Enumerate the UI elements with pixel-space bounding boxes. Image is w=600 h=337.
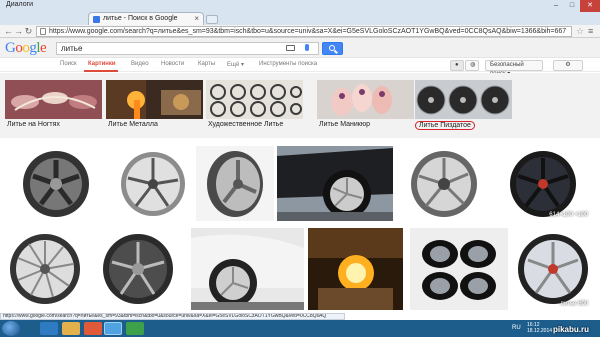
start-button[interactable] (2, 321, 20, 336)
search-button[interactable] (322, 42, 343, 55)
keyboard-icon[interactable] (286, 45, 295, 51)
tab-close-icon[interactable]: × (194, 14, 199, 23)
google-favicon-icon (93, 16, 100, 23)
tab-more[interactable]: Ещё ▾ (227, 61, 244, 68)
image-result[interactable] (91, 228, 186, 310)
image-result[interactable]: литье 600 (514, 228, 592, 310)
image-result[interactable] (410, 228, 508, 310)
tab-video[interactable]: Видео (131, 61, 149, 67)
tab-news[interactable]: Новости (161, 61, 184, 67)
close-window-button[interactable]: ✕ (580, 0, 600, 12)
browser-tab[interactable]: литье - Поиск в Google × (88, 12, 204, 25)
address-bar[interactable]: https://www.google.com/search?q=литье&es… (36, 26, 572, 37)
image-result[interactable] (191, 228, 304, 310)
logo-letter: G (5, 40, 16, 56)
image-size-overlay: 614×100 ×100 (549, 212, 588, 218)
related-label: Литье Маникюр (319, 121, 370, 128)
related-item[interactable]: Литье Металла (106, 80, 203, 132)
folder-icon[interactable] (62, 322, 80, 335)
media-player-icon[interactable] (84, 322, 102, 335)
tab-search[interactable]: Поиск (60, 61, 77, 67)
ie-icon[interactable] (40, 322, 58, 335)
image-result[interactable] (116, 146, 190, 221)
image-result[interactable] (5, 146, 108, 221)
nails-thumb (5, 80, 102, 119)
ornament-thumb (206, 80, 303, 119)
logo-letter: e (40, 40, 47, 56)
clock[interactable]: 16:12 18.12.2014 (527, 322, 552, 334)
address-url: https://www.google.com/search?q=литье&es… (49, 28, 567, 35)
related-item[interactable]: Литье Маникюр (317, 80, 414, 132)
tab-title: литье - Поиск в Google (103, 15, 178, 22)
gear-icon[interactable]: ⚙ (553, 60, 583, 71)
watermark: pikabu.ru (553, 325, 590, 334)
related-label: Художественное Литье (208, 121, 284, 128)
related-label: Литье Металла (108, 121, 158, 128)
image-result[interactable] (398, 146, 491, 221)
image-result[interactable] (277, 146, 393, 221)
related-label: Литье Пиздатое (415, 121, 475, 130)
window-app-label: Диалоги (6, 1, 34, 8)
browser-menu-icon[interactable]: ≡ (588, 26, 593, 36)
tab-images[interactable]: Картинки (88, 61, 116, 67)
active-tab-underline (84, 70, 118, 72)
metal-pour-thumb (106, 80, 203, 119)
related-item[interactable]: Литье на Ногтях (5, 80, 102, 132)
bookmark-star-icon[interactable]: ☆ (576, 26, 584, 37)
chrome-icon[interactable] (104, 322, 122, 335)
personal-results-icon[interactable]: ● (450, 60, 464, 71)
image-result[interactable] (5, 228, 85, 310)
clock-date: 18.12.2014 (527, 328, 553, 334)
tab-maps[interactable]: Карты (198, 61, 215, 67)
image-result[interactable] (308, 228, 403, 310)
related-item[interactable]: Художественное Литье (206, 80, 303, 132)
safe-search-dropdown[interactable]: Безопасный поиск ▾ (485, 60, 543, 77)
search-query: литье (61, 44, 83, 53)
window-titlebar: Диалоги – □ ✕ (0, 0, 600, 12)
reload-icon[interactable]: ↻ (23, 26, 34, 37)
maximize-button[interactable]: □ (564, 0, 580, 12)
search-tools-button[interactable]: Инструменты поиска (259, 61, 317, 67)
search-type-nav: Поиск Картинки Видео Новости Карты Ещё ▾… (0, 58, 600, 77)
browser-toolbar: ← → ↻ https://www.google.com/search?q=ли… (0, 25, 600, 38)
manicure-thumb (317, 80, 414, 119)
status-url: https://www.google.com/search?q=литье&es… (0, 313, 345, 320)
app-icon[interactable] (126, 322, 144, 335)
image-caption-overlay: литье 600 (560, 301, 588, 307)
lock-icon (40, 28, 46, 35)
windows-taskbar: RU 16:12 18.12.2014 (0, 320, 600, 337)
search-input[interactable]: литье (56, 42, 319, 55)
image-result[interactable] (196, 146, 274, 221)
google-header: Google литье (0, 38, 600, 58)
minimize-button[interactable]: – (548, 0, 564, 12)
new-tab-button[interactable] (206, 15, 218, 24)
microphone-icon[interactable] (305, 44, 309, 51)
related-searches: Литье на Ногтях Литье Металла Художестве… (0, 73, 600, 138)
language-indicator[interactable]: RU (512, 325, 521, 331)
image-result[interactable]: 614×100 ×100 (494, 146, 592, 221)
related-item-highlighted[interactable]: Литье Пиздатое (415, 80, 512, 132)
google-logo[interactable]: Google (5, 40, 47, 57)
wheels-thumb (415, 80, 512, 119)
globe-icon[interactable]: ◍ (465, 60, 479, 71)
related-label: Литье на Ногтях (7, 121, 60, 128)
tab-strip: литье - Поиск в Google × (0, 12, 600, 25)
